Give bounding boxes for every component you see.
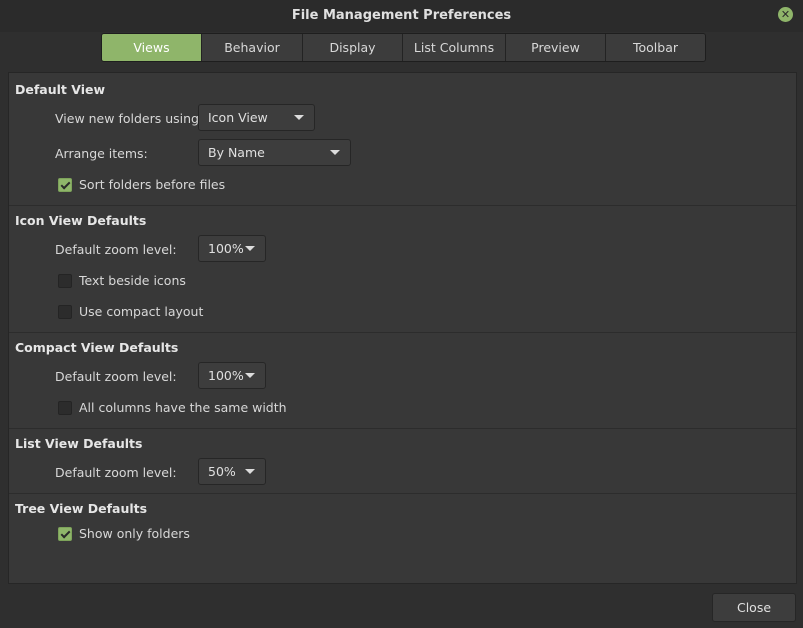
text-beside-icons-label: Text beside icons (79, 273, 186, 288)
sort-folders-checkbox[interactable] (58, 178, 72, 192)
tab-behavior[interactable]: Behavior (202, 34, 303, 61)
icon-zoom-label: Default zoom level: (55, 242, 177, 257)
tab-preview[interactable]: Preview (506, 34, 606, 61)
compact-zoom-label: Default zoom level: (55, 369, 177, 384)
list-zoom-value: 50% (208, 464, 236, 479)
compact-view-heading: Compact View Defaults (15, 340, 179, 355)
tab-views[interactable]: Views (102, 34, 202, 61)
tab-display[interactable]: Display (303, 34, 403, 61)
views-panel: Default View View new folders using: Ico… (8, 72, 797, 584)
compact-zoom-dropdown[interactable]: 100% (198, 362, 266, 389)
section-divider (9, 428, 796, 429)
chevron-down-icon (245, 373, 255, 378)
icon-zoom-value: 100% (208, 241, 244, 256)
window-close-icon[interactable]: ✕ (778, 7, 793, 22)
show-only-folders-label: Show only folders (79, 526, 190, 541)
arrange-items-dropdown[interactable]: By Name (198, 139, 351, 166)
list-view-heading: List View Defaults (15, 436, 143, 451)
tree-view-heading: Tree View Defaults (15, 501, 148, 516)
icon-zoom-dropdown[interactable]: 100% (198, 235, 266, 262)
section-divider (9, 493, 796, 494)
compact-zoom-value: 100% (208, 368, 244, 383)
title-bar: File Management Preferences ✕ (0, 0, 803, 32)
view-new-folders-label: View new folders using: (55, 111, 204, 126)
tab-list-columns[interactable]: List Columns (403, 34, 506, 61)
compact-layout-label: Use compact layout (79, 304, 204, 319)
arrange-items-label: Arrange items: (55, 146, 148, 161)
close-button[interactable]: Close (712, 593, 796, 622)
chevron-down-icon (245, 469, 255, 474)
view-mode-value: Icon View (208, 110, 268, 125)
chevron-down-icon (294, 115, 304, 120)
icon-view-heading: Icon View Defaults (15, 213, 147, 228)
same-width-label: All columns have the same width (79, 400, 287, 415)
same-width-checkbox[interactable] (58, 401, 72, 415)
text-beside-icons-checkbox[interactable] (58, 274, 72, 288)
section-divider (9, 332, 796, 333)
arrange-items-value: By Name (208, 145, 265, 160)
default-view-heading: Default View (15, 82, 106, 97)
tab-toolbar[interactable]: Toolbar (606, 34, 705, 61)
view-mode-dropdown[interactable]: Icon View (198, 104, 315, 131)
list-zoom-label: Default zoom level: (55, 465, 177, 480)
compact-layout-checkbox[interactable] (58, 305, 72, 319)
sort-folders-label: Sort folders before files (79, 177, 226, 192)
section-divider (9, 205, 796, 206)
show-only-folders-checkbox[interactable] (58, 527, 72, 541)
window-title: File Management Preferences (291, 8, 512, 23)
list-zoom-dropdown[interactable]: 50% (198, 458, 266, 485)
chevron-down-icon (245, 246, 255, 251)
chevron-down-icon (330, 150, 340, 155)
tab-bar: Views Behavior Display List Columns Prev… (101, 33, 706, 62)
